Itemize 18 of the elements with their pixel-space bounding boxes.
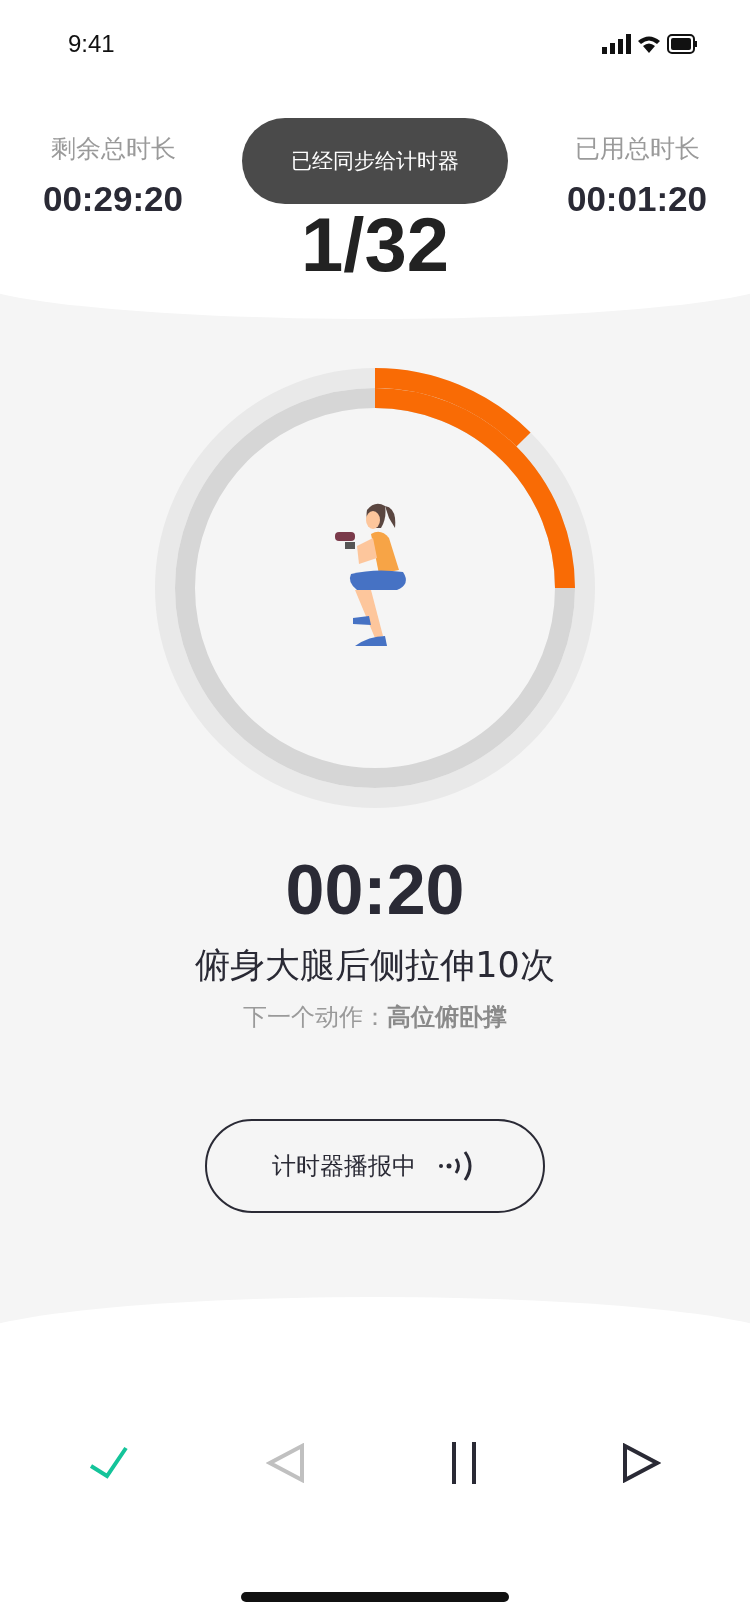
stat-label: 已用总时长 — [574, 133, 700, 165]
stat-value: 00:29:20 — [42, 179, 184, 219]
toast: 已经同步给计时器 — [242, 118, 508, 204]
right-triangle-icon — [621, 1443, 662, 1483]
broadcast-button[interactable]: 计时器播报中 — [205, 1119, 545, 1213]
battery-icon — [667, 34, 697, 54]
countdown-timer: 00:20 — [285, 850, 465, 930]
stat-label: 剩余总时长 — [50, 133, 176, 165]
exercise-counter: 1/32 — [300, 207, 450, 283]
pause-icon — [449, 1442, 478, 1484]
wifi-icon — [638, 36, 660, 53]
exercise-name: 俯身大腿后侧拉伸10次 — [195, 944, 555, 987]
signal-icon — [602, 34, 631, 54]
status-time: 9:41 — [68, 30, 115, 58]
check-icon — [88, 1446, 129, 1480]
next-exercise-text: 下一个动作：高位俯卧撑 — [243, 1002, 507, 1033]
stat-value: 00:01:20 — [566, 179, 708, 219]
left-triangle-icon — [266, 1443, 307, 1483]
